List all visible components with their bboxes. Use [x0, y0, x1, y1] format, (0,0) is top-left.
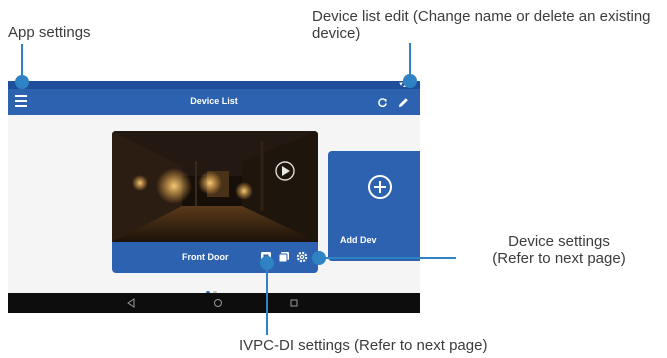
android-nav-bar: [8, 293, 420, 313]
dot-app-settings: [15, 75, 29, 89]
back-icon[interactable]: [126, 298, 136, 308]
leader-device-settings: [324, 257, 456, 259]
page-title: Device List: [190, 96, 238, 106]
device-card-footer: Front Door: [112, 242, 318, 273]
recent-apps-icon[interactable]: [289, 298, 299, 308]
status-bar: ▾◢▮: [8, 81, 420, 89]
callout-app-settings: App settings: [8, 24, 91, 41]
playback-icon[interactable]: [278, 251, 290, 263]
plus-circle-icon: [368, 175, 392, 199]
callout-device-settings-line1: Device settings: [508, 233, 610, 250]
dot-ivpc-settings: [260, 256, 274, 270]
app-bar: Device List: [8, 89, 420, 115]
refresh-icon[interactable]: [377, 97, 388, 108]
callout-ivpc-settings: IVPC-DI settings (Refer to next page): [239, 337, 488, 354]
device-name: Front Door: [182, 252, 229, 262]
dot-device-list-edit: [403, 74, 417, 88]
leader-ivpc-settings: [266, 262, 268, 335]
pencil-icon[interactable]: [398, 97, 409, 108]
camera-preview-image: [112, 131, 318, 242]
add-device-label: Add Dev: [340, 235, 377, 245]
callout-device-settings-line2: (Refer to next page): [492, 250, 626, 267]
home-icon[interactable]: [213, 298, 223, 308]
callout-device-settings: Device settings (Refer to next page): [459, 233, 659, 267]
gear-icon[interactable]: [296, 251, 308, 263]
device-card[interactable]: Front Door: [112, 131, 318, 273]
dot-device-settings: [312, 251, 326, 265]
callout-device-list-edit: Device list edit (Change name or delete …: [312, 8, 651, 42]
app-screen: ▾◢▮ Device List: [8, 81, 420, 313]
add-device-card[interactable]: Add Dev: [328, 151, 420, 261]
